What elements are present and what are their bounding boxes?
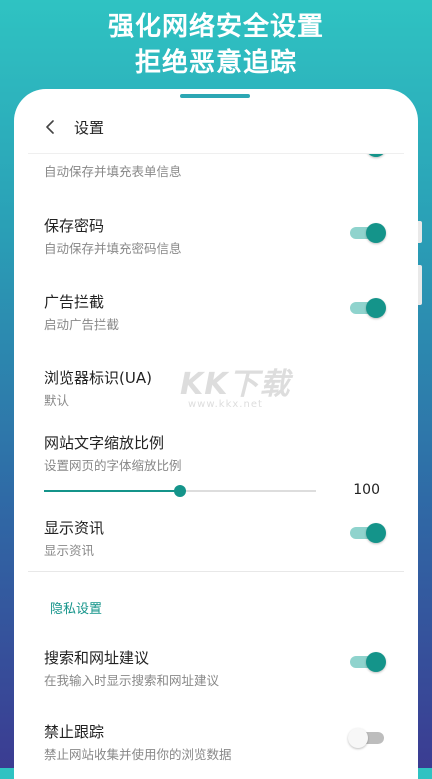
save-password-subtitle: 自动保存并填充密码信息 — [44, 241, 182, 256]
text-zoom-slider[interactable] — [44, 485, 316, 497]
user-agent-value: 默认 — [44, 393, 70, 408]
setting-save-password[interactable]: 保存密码 自动保存并填充密码信息 — [28, 211, 404, 261]
section-divider — [28, 571, 404, 572]
do-not-track-toggle[interactable] — [348, 728, 384, 748]
text-zoom-value: 100 — [353, 482, 380, 498]
ad-block-title: 广告拦截 — [44, 293, 105, 311]
text-zoom-subtitle: 设置网页的字体缩放比例 — [44, 458, 182, 473]
setting-text-zoom[interactable]: 网站文字缩放比例 设置网页的字体缩放比例 100 — [28, 428, 404, 508]
show-news-subtitle: 显示资讯 — [44, 543, 95, 558]
watermark-logo: KK下载 www.kkx.net — [180, 367, 291, 410]
phone-speaker — [180, 94, 250, 98]
slider-handle[interactable] — [174, 485, 186, 497]
search-suggest-title: 搜索和网址建议 — [44, 649, 150, 667]
setting-ad-block[interactable]: 广告拦截 启动广告拦截 — [28, 287, 404, 337]
show-news-title: 显示资讯 — [44, 519, 105, 537]
do-not-track-title: 禁止跟踪 — [44, 723, 105, 741]
banner-subheadline: 拒绝恶意追踪 — [134, 48, 297, 78]
ad-block-subtitle: 启动广告拦截 — [44, 317, 120, 332]
power-button — [418, 265, 422, 305]
setting-show-news[interactable]: 显示资讯 显示资讯 — [28, 513, 404, 563]
phone-frame: 自动保存并填充表单信息 保存密码 自动保存并填充密码信息 广告拦截 启动广告拦截… — [14, 89, 422, 779]
promo-banner: 强化网络安全设置 拒绝恶意追踪 — [0, 0, 432, 90]
save-password-title: 保存密码 — [44, 217, 105, 235]
setting-do-not-track[interactable]: 禁止跟踪 禁止网站收集并使用你的浏览数据 — [28, 717, 404, 767]
settings-screen: 自动保存并填充表单信息 保存密码 自动保存并填充密码信息 广告拦截 启动广告拦截… — [28, 101, 404, 779]
user-agent-title: 浏览器标识(UA) — [44, 369, 152, 387]
do-not-track-subtitle: 禁止网站收集并使用你的浏览数据 — [44, 747, 232, 762]
app-bar: 设置 — [28, 101, 404, 154]
volume-button — [418, 221, 422, 243]
save-password-toggle[interactable] — [350, 223, 386, 243]
show-news-toggle[interactable] — [350, 523, 386, 543]
search-suggest-subtitle: 在我输入时显示搜索和网址建议 — [44, 673, 220, 688]
back-arrow-icon[interactable] — [42, 118, 60, 136]
ad-block-toggle[interactable] — [350, 298, 386, 318]
banner-headline: 强化网络安全设置 — [107, 12, 324, 42]
setting-search-suggest[interactable]: 搜索和网址建议 在我输入时显示搜索和网址建议 — [28, 643, 404, 693]
text-zoom-title: 网站文字缩放比例 — [44, 434, 165, 452]
page-title: 设置 — [74, 119, 105, 137]
autofill-subtitle: 自动保存并填充表单信息 — [44, 164, 182, 179]
privacy-section-title: 隐私设置 — [50, 602, 103, 617]
search-suggest-toggle[interactable] — [350, 652, 386, 672]
